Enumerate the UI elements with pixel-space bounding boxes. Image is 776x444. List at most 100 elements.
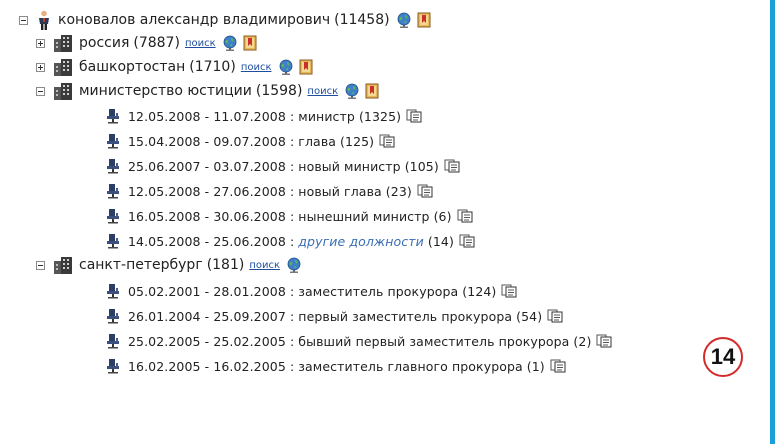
root-label[interactable]: коновалов александр владимирович — [58, 12, 330, 28]
chair-icon — [105, 133, 121, 149]
search-link[interactable]: поиск — [307, 86, 338, 97]
globe-icon[interactable] — [278, 59, 294, 75]
position-count: (54) — [516, 308, 543, 324]
position-item[interactable]: 12.05.2008 - 11.07.2008 : министр (1325) — [105, 105, 422, 127]
bookmark-icon[interactable] — [243, 35, 257, 51]
chair-icon — [105, 183, 121, 199]
person-icon — [36, 10, 52, 30]
position-title: новый министр — [298, 158, 401, 174]
tree-group[interactable]: россия (7887) поиск — [36, 32, 257, 54]
position-dates: 14.05.2008 - 25.06.2008 : — [128, 233, 295, 249]
collapse-toggle[interactable] — [36, 86, 45, 96]
bookmark-icon[interactable] — [417, 12, 431, 28]
position-count: (6) — [433, 208, 452, 224]
copy-icon[interactable] — [457, 209, 473, 223]
position-count: (1325) — [358, 108, 402, 124]
root-count: (11458) — [334, 12, 390, 28]
collapse-toggle[interactable] — [19, 15, 28, 25]
group-label[interactable]: министерство юстиции — [79, 83, 252, 99]
chair-icon — [105, 358, 121, 374]
position-dates: 15.04.2008 - 09.07.2008 : — [128, 133, 295, 149]
group-count: (181) — [206, 257, 245, 273]
tree-root[interactable]: коновалов александр владимирович (11458) — [19, 9, 431, 31]
position-count: (23) — [385, 183, 412, 199]
globe-icon[interactable] — [286, 257, 302, 273]
group-label[interactable]: россия — [79, 35, 129, 51]
search-link[interactable]: поиск — [249, 260, 280, 271]
group-label[interactable]: башкортостан — [79, 59, 185, 75]
tree-group[interactable]: санкт-петербург (181) поиск — [36, 254, 302, 276]
chair-icon — [105, 158, 121, 174]
position-item[interactable]: 16.05.2008 - 30.06.2008 : нынешний минис… — [105, 205, 473, 227]
tree-group[interactable]: башкортостан (1710) поиск — [36, 56, 313, 78]
globe-icon[interactable] — [396, 12, 412, 28]
group-count: (7887) — [133, 35, 180, 51]
position-title: заместитель главного прокурора — [298, 358, 523, 374]
position-dates: 26.01.2004 - 25.09.2007 : — [128, 308, 295, 324]
globe-icon[interactable] — [222, 35, 238, 51]
position-item[interactable]: 14.05.2008 - 25.06.2008 : другие должнос… — [105, 230, 475, 252]
copy-icon[interactable] — [444, 159, 460, 173]
position-item[interactable]: 16.02.2005 - 16.02.2005 : заместитель гл… — [105, 355, 566, 377]
chair-icon — [105, 208, 121, 224]
chair-icon — [105, 333, 121, 349]
position-count: (124) — [462, 283, 497, 299]
copy-icon[interactable] — [379, 134, 395, 148]
position-dates: 16.02.2005 - 16.02.2005 : — [128, 358, 295, 374]
chair-icon — [105, 283, 121, 299]
group-count: (1710) — [189, 59, 236, 75]
position-count: (1) — [526, 358, 545, 374]
position-dates: 05.02.2001 - 28.01.2008 : — [128, 283, 295, 299]
position-dates: 16.05.2008 - 30.06.2008 : — [128, 208, 295, 224]
copy-icon[interactable] — [501, 284, 517, 298]
position-dates: 25.02.2005 - 25.02.2005 : — [128, 333, 295, 349]
search-link[interactable]: поиск — [241, 62, 272, 73]
position-title: первый заместитель прокурора — [298, 308, 513, 324]
copy-icon[interactable] — [547, 309, 563, 323]
copy-icon[interactable] — [596, 334, 612, 348]
building-icon — [53, 58, 73, 76]
position-count: (14) — [427, 233, 454, 249]
other-positions-link[interactable]: другие должности — [298, 234, 424, 249]
group-count: (1598) — [255, 83, 303, 99]
position-title: нынешний министр — [298, 208, 430, 224]
group-label[interactable]: санкт-петербург — [79, 257, 203, 273]
copy-icon[interactable] — [550, 359, 566, 373]
expand-toggle[interactable] — [36, 38, 45, 48]
position-title: новый глава — [298, 183, 382, 199]
chair-icon — [105, 108, 121, 124]
position-item[interactable]: 05.02.2001 - 28.01.2008 : заместитель пр… — [105, 280, 517, 302]
position-count: (2) — [573, 333, 592, 349]
building-icon — [53, 34, 73, 52]
chair-icon — [105, 308, 121, 324]
position-title: министр — [298, 108, 355, 124]
step-number-badge: 14 — [703, 337, 743, 377]
position-dates: 12.05.2008 - 27.06.2008 : — [128, 183, 295, 199]
position-item[interactable]: 12.05.2008 - 27.06.2008 : новый глава (2… — [105, 180, 433, 202]
copy-icon[interactable] — [459, 234, 475, 248]
position-item[interactable]: 15.04.2008 - 09.07.2008 : глава (125) — [105, 130, 395, 152]
position-title: глава — [298, 133, 337, 149]
bookmark-icon[interactable] — [299, 59, 313, 75]
copy-icon[interactable] — [417, 184, 433, 198]
position-count: (105) — [404, 158, 439, 174]
collapse-toggle[interactable] — [36, 260, 45, 270]
position-dates: 25.06.2007 - 03.07.2008 : — [128, 158, 295, 174]
building-icon — [53, 256, 73, 274]
search-link[interactable]: поиск — [185, 38, 216, 49]
position-dates: 12.05.2008 - 11.07.2008 : — [128, 108, 295, 124]
position-count: (125) — [340, 133, 375, 149]
copy-icon[interactable] — [406, 109, 422, 123]
chair-icon — [105, 233, 121, 249]
tree-group[interactable]: министерство юстиции (1598) поиск — [36, 80, 379, 102]
tree-panel: коновалов александр владимирович (11458)… — [0, 0, 775, 444]
expand-toggle[interactable] — [36, 62, 45, 72]
position-item[interactable]: 25.02.2005 - 25.02.2005 : бывший первый … — [105, 330, 612, 352]
position-title: бывший первый заместитель прокурора — [298, 333, 570, 349]
building-icon — [53, 82, 73, 100]
position-item[interactable]: 25.06.2007 - 03.07.2008 : новый министр … — [105, 155, 460, 177]
globe-icon[interactable] — [344, 83, 360, 99]
position-title: заместитель прокурора — [298, 283, 459, 299]
bookmark-icon[interactable] — [365, 83, 379, 99]
position-item[interactable]: 26.01.2004 - 25.09.2007 : первый замести… — [105, 305, 563, 327]
